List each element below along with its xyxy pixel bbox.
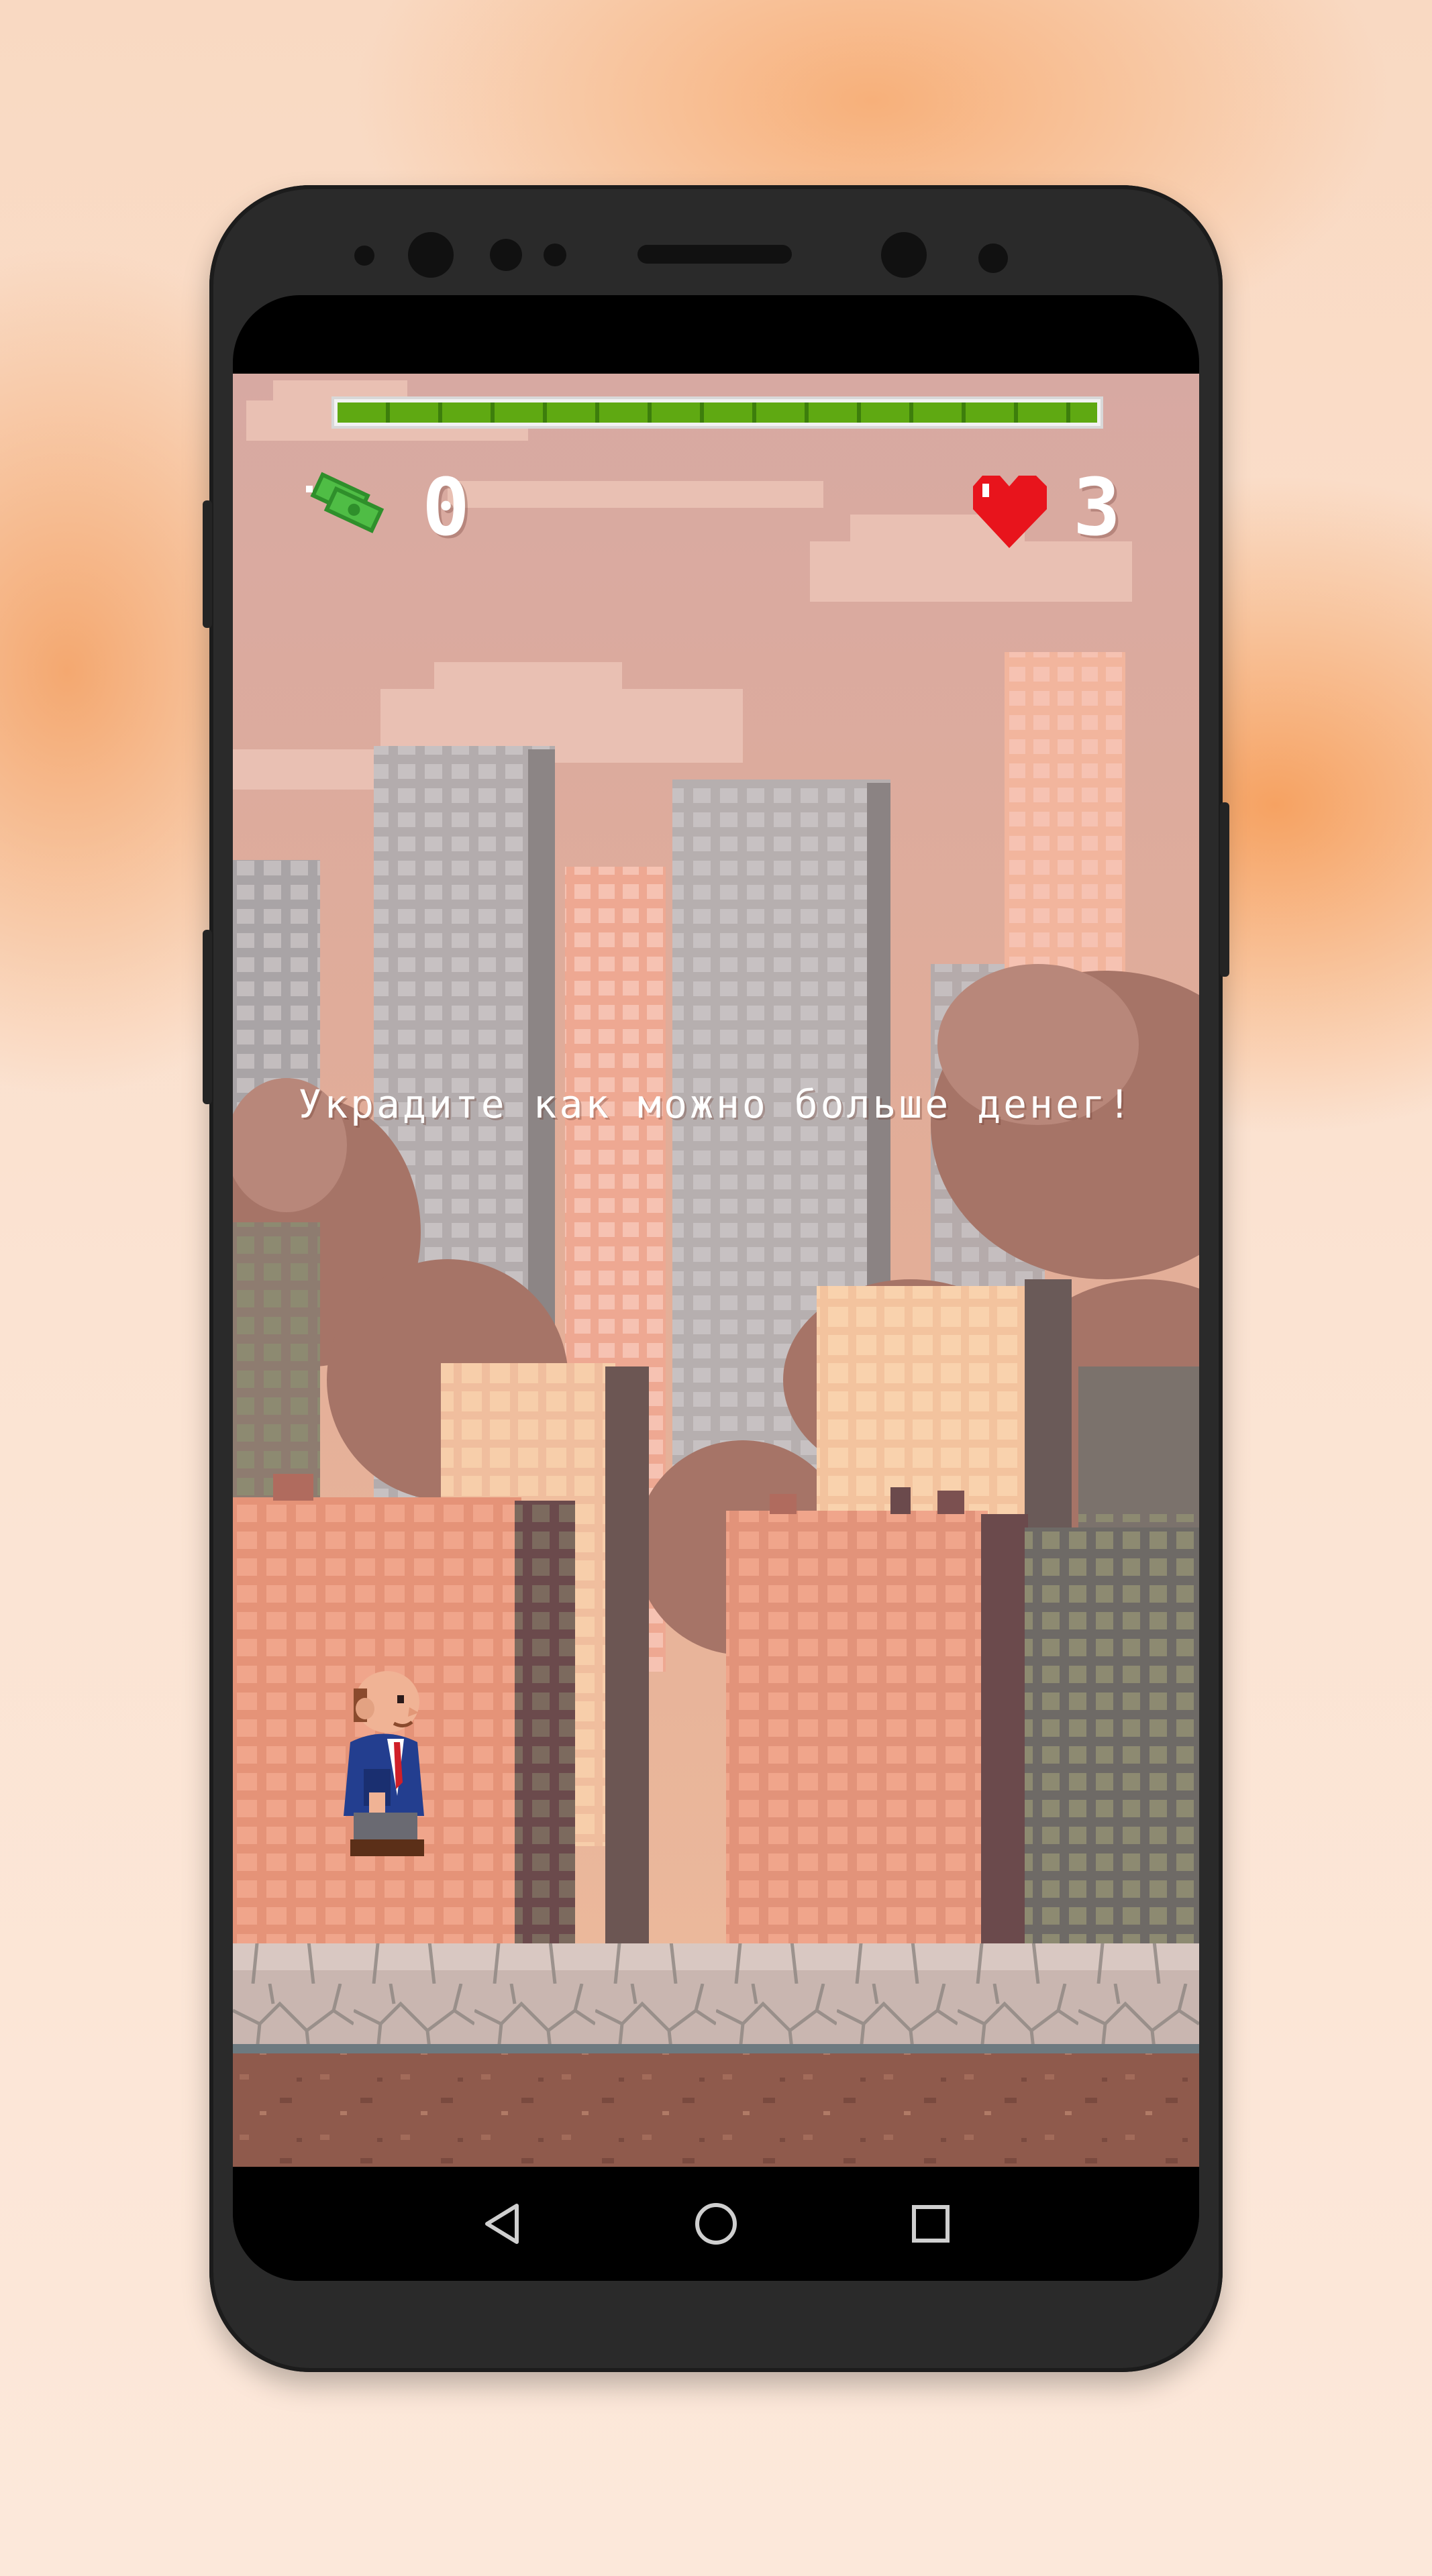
nav-back-button[interactable]	[461, 2184, 542, 2264]
instruction-message: Украдите как можно больше денег!	[298, 1081, 1134, 1127]
sensor-dot	[490, 239, 522, 271]
power-button	[1220, 802, 1229, 977]
triangle-back-icon	[485, 2204, 519, 2244]
circle-home-icon	[695, 2203, 737, 2245]
phone-screen: 0 3 Украдите как можно больше денег!	[233, 295, 1199, 2281]
player-character	[330, 1668, 434, 1863]
lives-counter: 3	[1073, 461, 1121, 553]
level-progress-fill	[338, 402, 1097, 423]
sensor-dot	[354, 246, 374, 266]
game-canvas[interactable]: 0 3 Украдите как можно больше денег!	[233, 374, 1199, 2167]
nav-recents-button[interactable]	[890, 2184, 971, 2264]
volume-button	[203, 500, 212, 628]
sensor-dot	[978, 244, 1008, 273]
cash-stack-icon	[297, 471, 394, 538]
city-background	[233, 374, 1199, 2167]
android-navigation-bar	[233, 2167, 1199, 2281]
money-counter: 0	[422, 461, 470, 553]
heart-icon	[968, 468, 1052, 551]
nav-home-button[interactable]	[676, 2184, 756, 2264]
volume-button-lower	[203, 930, 212, 1104]
front-camera-secondary	[881, 232, 927, 278]
earpiece-speaker	[637, 245, 792, 264]
square-recents-icon	[912, 2205, 950, 2243]
sensor-dot	[544, 244, 566, 266]
front-camera	[408, 232, 454, 278]
level-progress-bar	[331, 396, 1103, 429]
